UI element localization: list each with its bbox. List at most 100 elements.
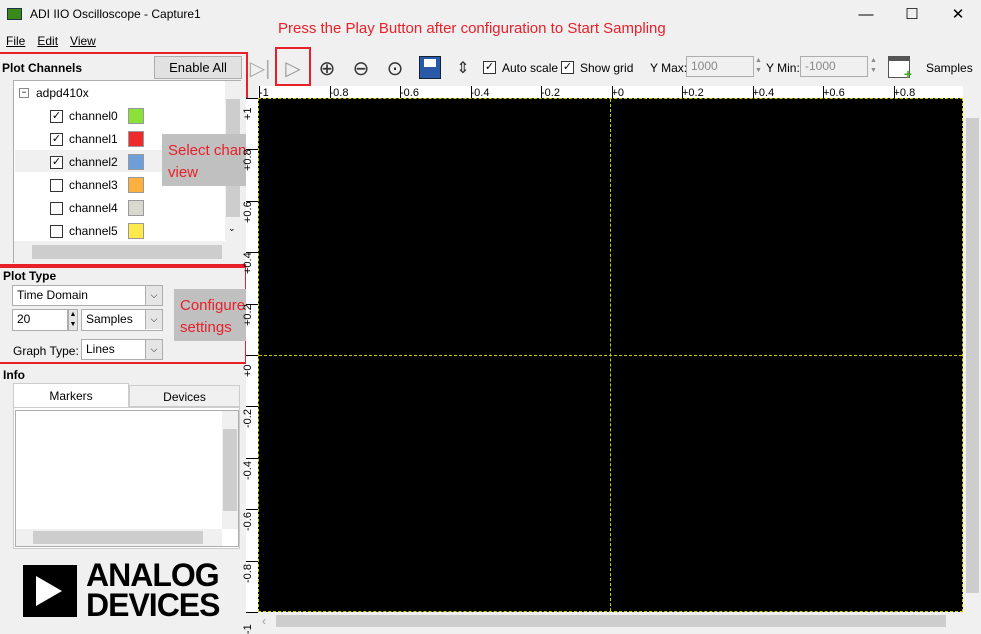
step-icon[interactable]: ▷| <box>250 54 271 82</box>
info-title: Info <box>3 368 25 382</box>
channel-label: channel2 <box>69 155 118 169</box>
channel-hscroll[interactable] <box>14 241 241 263</box>
channel-color-swatch[interactable] <box>127 154 144 170</box>
channel-color-swatch[interactable] <box>127 108 144 124</box>
menu-bar: File Edit View <box>6 34 108 48</box>
ymax-label: Y Max: <box>650 61 688 75</box>
channel-color-swatch[interactable] <box>127 177 144 193</box>
plot-type-title: Plot Type <box>3 269 57 283</box>
channel-checkbox[interactable]: ✓ <box>50 109 63 123</box>
add-plot-icon[interactable]: + <box>888 56 912 81</box>
x-tick <box>893 86 895 98</box>
channel-color-swatch[interactable] <box>127 223 144 239</box>
ymin-input[interactable]: -1000 <box>800 56 868 77</box>
enable-all-button[interactable]: Enable All <box>154 56 242 79</box>
ymax-input[interactable]: 1000 <box>686 56 754 77</box>
zoom-out-icon[interactable]: ⊖ <box>348 54 374 82</box>
channel-checkbox[interactable]: ✓ <box>50 155 63 169</box>
menu-file[interactable]: File <box>6 34 25 48</box>
menu-view[interactable]: View <box>70 34 96 48</box>
y-tick <box>246 149 258 151</box>
y-tick-label: -0.4 <box>242 460 254 480</box>
plot-canvas[interactable] <box>258 98 963 612</box>
channel-checkbox[interactable] <box>50 224 63 238</box>
close-button[interactable]: ✕ <box>935 0 981 30</box>
channel-row[interactable]: ✓ channel0 <box>50 105 144 127</box>
chevron-down-icon: ⌵ <box>145 340 162 359</box>
y-tick-label: -0.8 <box>242 563 254 583</box>
graph-type-label: Graph Type: <box>13 344 79 358</box>
x-tick <box>329 86 331 98</box>
channel-color-swatch[interactable] <box>127 200 144 216</box>
domain-select[interactable]: Time Domain ⌵ <box>12 285 163 306</box>
plot-vscroll[interactable] <box>964 98 981 612</box>
auto-scale-label: Auto scale <box>502 61 559 75</box>
channel-color-swatch[interactable] <box>127 131 144 147</box>
tab-devices[interactable]: Devices <box>129 385 240 407</box>
channel-label: channel3 <box>69 178 118 192</box>
maximize-button[interactable]: ☐ <box>889 0 935 30</box>
save-icon[interactable] <box>419 56 441 79</box>
plot-hscroll[interactable]: ‹ <box>258 613 964 629</box>
channel-checkbox[interactable] <box>50 178 63 192</box>
channel-checkbox[interactable]: ✓ <box>50 132 63 146</box>
tab-markers[interactable]: Markers <box>13 383 129 407</box>
channel-label: channel1 <box>69 132 118 146</box>
window-title: ADI IIO Oscilloscope - Capture1 <box>30 7 201 21</box>
y-tick <box>246 252 258 254</box>
show-grid-checkbox[interactable]: ✓ <box>561 61 574 74</box>
channel-row[interactable]: channel4 <box>50 197 144 219</box>
fullscreen-icon[interactable]: ⇕ <box>450 54 476 82</box>
channel-checkbox[interactable] <box>50 201 63 215</box>
play-annotation: Press the Play Button after configuratio… <box>278 20 666 37</box>
show-grid-label: Show grid <box>580 61 634 75</box>
channel-row[interactable]: channel5 <box>50 220 144 242</box>
channel-label: channel0 <box>69 109 118 123</box>
x-tick <box>259 86 260 98</box>
samples-unit-select[interactable]: Samples ⌵ <box>81 309 163 331</box>
zoom-fit-icon[interactable]: ⊙ <box>382 54 408 82</box>
y-tick-label: +0.6 <box>242 201 254 223</box>
samples-button[interactable]: Samples <box>926 61 973 75</box>
x-tick <box>752 86 754 98</box>
markers-scrollbar[interactable] <box>222 411 238 529</box>
minimize-button[interactable]: — <box>843 0 889 30</box>
samples-input[interactable]: 20 <box>12 309 68 331</box>
y-tick-label: +0.4 <box>242 252 254 275</box>
chevron-down-icon: ⌵ <box>145 310 162 329</box>
y-tick <box>246 303 258 305</box>
ymin-label: Y Min: <box>766 61 800 75</box>
y-tick <box>246 509 258 511</box>
collapse-icon[interactable]: − <box>19 88 29 98</box>
app-icon <box>7 8 22 20</box>
channel-label: channel5 <box>69 224 118 238</box>
adi-logo-mark <box>23 565 77 617</box>
play-button[interactable]: ▷ <box>281 54 305 82</box>
y-tick <box>246 560 258 562</box>
x-tick <box>541 86 542 98</box>
ymax-stepper[interactable]: ▲ ▼ <box>755 56 762 76</box>
adi-logo-text: ANALOG DEVICES <box>86 557 220 623</box>
markers-panel <box>13 407 240 549</box>
plot-channels-title: Plot Channels <box>2 61 83 75</box>
channel-row[interactable]: ✓ channel2 <box>50 151 144 173</box>
grid-line-horizontal <box>259 355 962 356</box>
markers-hscroll[interactable] <box>16 529 222 546</box>
channel-row[interactable]: channel3 <box>50 174 144 196</box>
zoom-in-icon[interactable]: ⊕ <box>314 54 340 82</box>
x-tick <box>400 86 401 98</box>
y-tick <box>246 200 258 202</box>
x-axis <box>258 86 963 98</box>
graph-type-select[interactable]: Lines ⌵ <box>81 339 163 360</box>
menu-edit[interactable]: Edit <box>37 34 58 48</box>
ymin-stepper[interactable]: ▲ ▼ <box>870 56 877 76</box>
channel-row[interactable]: ✓ channel1 <box>50 128 144 150</box>
y-tick <box>246 457 258 459</box>
y-tick <box>246 355 258 356</box>
y-tick-label: -1 <box>242 624 254 634</box>
auto-scale-checkbox[interactable]: ✓ <box>483 61 496 74</box>
x-tick <box>470 86 472 98</box>
samples-stepper[interactable]: ▲ ▼ <box>68 309 78 331</box>
x-tick <box>682 86 683 98</box>
y-tick-label: +0 <box>242 364 254 377</box>
